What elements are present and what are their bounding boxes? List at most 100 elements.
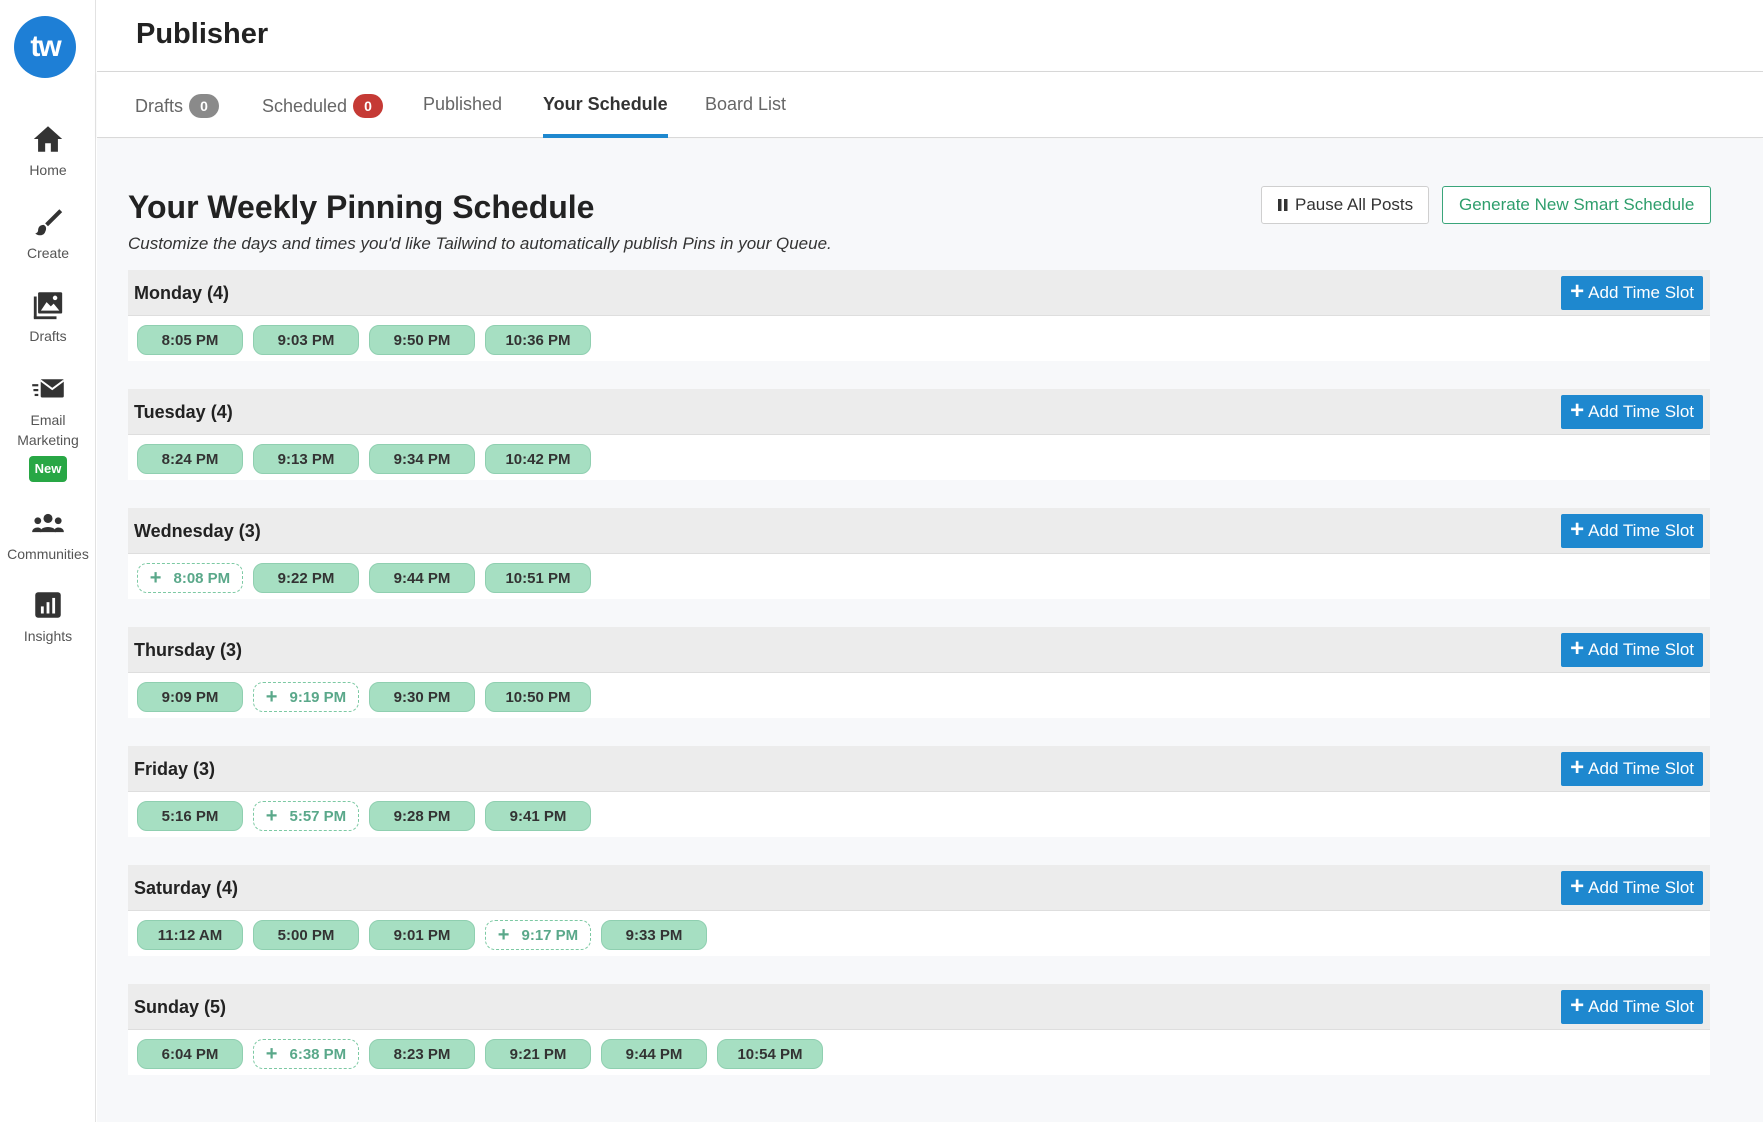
add-time-slot-label: Add Time Slot: [1588, 521, 1694, 540]
add-time-slot-button[interactable]: + Add Time Slot: [1561, 395, 1703, 429]
day-name: Tuesday (4): [134, 402, 233, 422]
add-time-slot-button[interactable]: + Add Time Slot: [1561, 514, 1703, 548]
time-slot[interactable]: 9:28 PM: [369, 801, 475, 831]
sidebar-item-label: Insights: [23, 628, 73, 644]
tab-label: Board List: [705, 94, 787, 114]
sidebar-item-create[interactable]: Create: [0, 205, 96, 263]
users-icon: [32, 513, 64, 533]
time-slot-label: 9:50 PM: [393, 331, 451, 349]
time-slot[interactable]: 9:13 PM: [253, 444, 359, 474]
time-slot-label: 8:08 PM: [173, 569, 231, 587]
time-slot-empty[interactable]: +9:19 PM: [253, 682, 359, 712]
day-name: Sunday (5): [134, 997, 227, 1017]
tab-published[interactable]: Published: [423, 94, 502, 138]
time-slot[interactable]: 5:16 PM: [137, 801, 243, 831]
add-time-slot-button[interactable]: + Add Time Slot: [1561, 752, 1703, 786]
time-slot[interactable]: 6:04 PM: [137, 1039, 243, 1069]
time-slot[interactable]: 9:33 PM: [601, 920, 707, 950]
time-slot[interactable]: 8:05 PM: [137, 325, 243, 355]
time-slot[interactable]: 9:44 PM: [369, 563, 475, 593]
time-slot[interactable]: 9:09 PM: [137, 682, 243, 712]
day-section: Wednesday (3) + Add Time Slot +8:08 PM 9:22 …: [128, 508, 1710, 599]
tab-label: Published: [423, 94, 503, 114]
time-slot[interactable]: 10:54 PM: [717, 1039, 823, 1069]
day-section: Thursday (3) + Add Time Slot 9:09 PM +9:19 P…: [128, 627, 1710, 718]
time-slot[interactable]: 5:00 PM: [253, 920, 359, 950]
time-slot-label: 9:22 PM: [277, 569, 335, 587]
sidebar-item-label: Communities: [7, 546, 89, 562]
day-header: Saturday (4) + Add Time Slot: [128, 865, 1710, 911]
pause-label: Pause All Posts: [1295, 195, 1414, 214]
time-slot[interactable]: 10:42 PM: [485, 444, 591, 474]
day-header: Monday (4) + Add Time Slot: [128, 270, 1710, 316]
plus-icon: +: [1570, 873, 1585, 900]
plus-icon: +: [1570, 278, 1585, 305]
generate-smart-schedule-button[interactable]: Generate New Smart Schedule: [1442, 186, 1712, 224]
sidebar-item-insights[interactable]: Insights: [0, 588, 96, 646]
add-time-slot-button[interactable]: + Add Time Slot: [1561, 633, 1703, 667]
day-name: Monday (4): [134, 283, 230, 303]
time-slot[interactable]: 9:50 PM: [369, 325, 475, 355]
time-slot[interactable]: 11:12 AM: [137, 920, 243, 950]
plus-icon: +: [497, 924, 510, 946]
time-slot[interactable]: 9:30 PM: [369, 682, 475, 712]
add-time-slot-button[interactable]: + Add Time Slot: [1561, 990, 1703, 1024]
add-time-slot-button[interactable]: + Add Time Slot: [1561, 871, 1703, 905]
day-section: Sunday (5) + Add Time Slot 6:04 PM +6:38 PM 8…: [128, 984, 1710, 1075]
day-name: Wednesday (3): [134, 521, 261, 541]
time-slot-empty[interactable]: +8:08 PM: [137, 563, 243, 593]
time-slot[interactable]: 10:36 PM: [485, 325, 591, 355]
time-slot-label: 9:03 PM: [277, 331, 335, 349]
day-name: Friday (3): [134, 759, 216, 779]
time-slot[interactable]: 9:01 PM: [369, 920, 475, 950]
add-time-slot-label: Add Time Slot: [1588, 402, 1694, 421]
time-slot[interactable]: 9:22 PM: [253, 563, 359, 593]
time-slot[interactable]: 9:44 PM: [601, 1039, 707, 1069]
time-slot[interactable]: 9:34 PM: [369, 444, 475, 474]
time-slot-label: 9:30 PM: [393, 688, 451, 706]
sidebar-item-label: Email Marketing: [17, 412, 79, 448]
add-time-slot-label: Add Time Slot: [1588, 759, 1694, 778]
time-slot-label: 9:01 PM: [393, 926, 451, 944]
time-slot-empty[interactable]: +9:17 PM: [485, 920, 591, 950]
time-slot-list: 5:16 PM +5:57 PM 9:28 PM 9:41 PM: [128, 792, 1710, 837]
sidebar-item-home[interactable]: Home: [0, 122, 96, 180]
sidebar-item-drafts[interactable]: Drafts: [0, 288, 96, 346]
chart-icon: [35, 592, 61, 618]
time-slot-label: 10:42 PM: [505, 450, 571, 468]
time-slot-empty[interactable]: +5:57 PM: [253, 801, 359, 831]
home-icon: [33, 126, 63, 152]
schedule-title: Your Weekly Pinning Schedule: [128, 189, 595, 225]
time-slot-list: 8:05 PM 9:03 PM 9:50 PM 10:36 PM: [128, 316, 1710, 361]
time-slot[interactable]: 9:21 PM: [485, 1039, 591, 1069]
sidebar: tw Home Create Drafts Email Marketing Ne…: [0, 0, 96, 1122]
tab-scheduled[interactable]: Scheduled 0: [262, 94, 384, 138]
pause-all-posts-button[interactable]: Pause All Posts: [1261, 186, 1430, 224]
time-slot[interactable]: 9:41 PM: [485, 801, 591, 831]
time-slot-label: 9:17 PM: [521, 926, 579, 944]
sidebar-item-email-marketing[interactable]: Email Marketing New: [0, 372, 96, 482]
scheduled-count-badge: 0: [353, 94, 384, 118]
tailwind-logo[interactable]: tw: [14, 16, 76, 78]
time-slot[interactable]: 9:03 PM: [253, 325, 359, 355]
time-slot[interactable]: 10:50 PM: [485, 682, 591, 712]
plus-icon: +: [1570, 992, 1585, 1019]
tab-drafts[interactable]: Drafts 0: [135, 94, 220, 138]
tab-bar: Drafts 0 Scheduled 0 Published Your Schedu…: [97, 72, 1763, 138]
time-slot-list: +8:08 PM 9:22 PM 9:44 PM 10:51 PM: [128, 554, 1710, 599]
day-section: Tuesday (4) + Add Time Slot 8:24 PM 9:13 PM 9…: [128, 389, 1710, 480]
main-content: Your Weekly Pinning Schedule Customize t…: [97, 139, 1763, 1122]
tab-your-schedule[interactable]: Your Schedule: [543, 94, 668, 138]
time-slot[interactable]: 10:51 PM: [485, 563, 591, 593]
add-time-slot-button[interactable]: + Add Time Slot: [1561, 276, 1703, 310]
time-slot[interactable]: 8:24 PM: [137, 444, 243, 474]
sidebar-item-communities[interactable]: Communities: [0, 506, 96, 564]
day-header: Thursday (3) + Add Time Slot: [128, 627, 1710, 673]
time-slot-label: 9:21 PM: [509, 1045, 567, 1063]
time-slot-list: 11:12 AM 5:00 PM 9:01 PM +9:17 PM 9:33 PM: [128, 911, 1710, 956]
day-section: Friday (3) + Add Time Slot 5:16 PM +5:57 PM 9…: [128, 746, 1710, 837]
time-slot[interactable]: 8:23 PM: [369, 1039, 475, 1069]
time-slot-empty[interactable]: +6:38 PM: [253, 1039, 359, 1069]
tab-board-list[interactable]: Board List: [705, 94, 786, 138]
pause-icon: [1278, 199, 1288, 211]
